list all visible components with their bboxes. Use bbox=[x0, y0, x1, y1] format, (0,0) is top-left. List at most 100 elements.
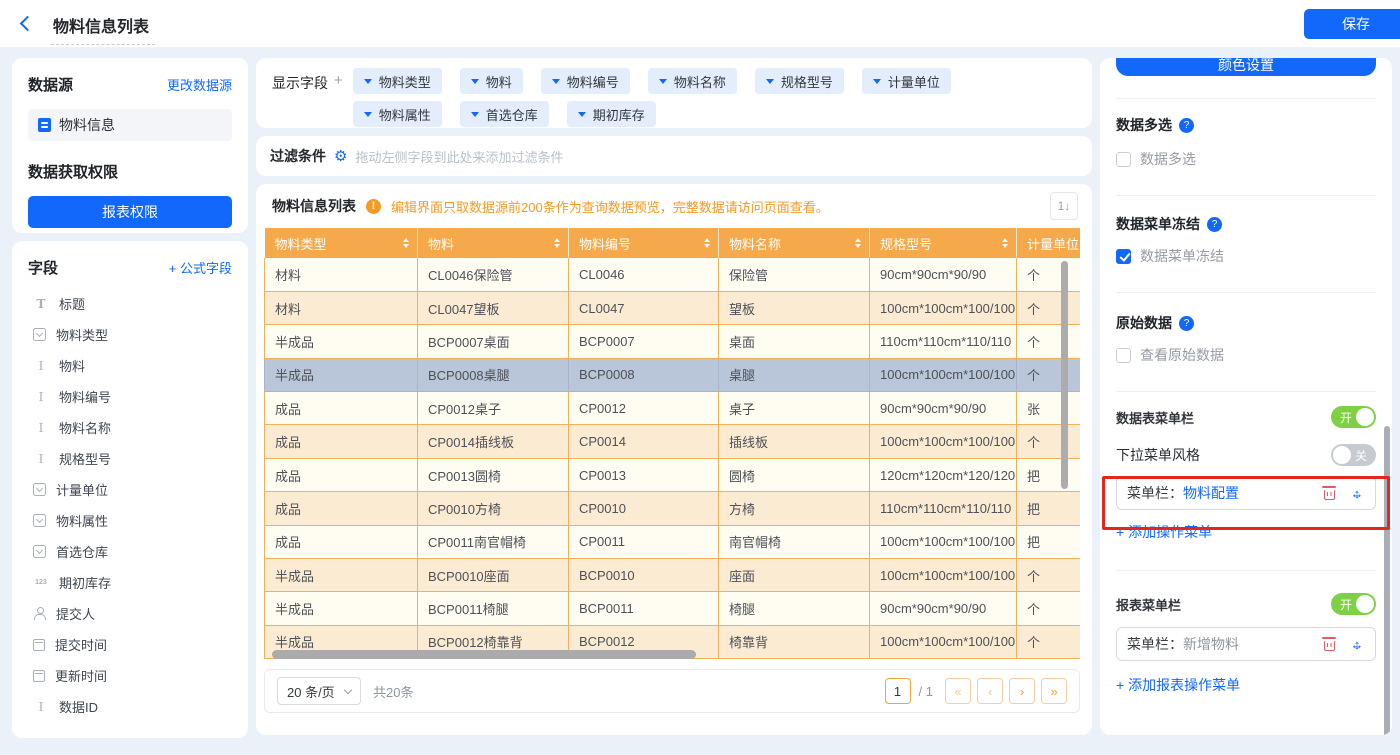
menu-freeze-checkbox[interactable]: 数据菜单冻结 bbox=[1116, 246, 1376, 266]
checkbox-icon[interactable] bbox=[1116, 152, 1131, 167]
column-header[interactable]: 规格型号 bbox=[870, 228, 1017, 258]
move-icon[interactable]: ↔↕ bbox=[1349, 636, 1365, 652]
back-icon[interactable] bbox=[20, 16, 36, 32]
field-item[interactable]: 提交人 bbox=[28, 598, 232, 629]
column-header[interactable]: 物料编号 bbox=[569, 228, 719, 258]
help-icon[interactable]: ? bbox=[1179, 118, 1194, 133]
last-page-button[interactable]: » bbox=[1041, 678, 1067, 704]
field-item[interactable]: T标题 bbox=[28, 288, 232, 319]
field-item[interactable]: I物料编号 bbox=[28, 381, 232, 412]
horizontal-scrollbar[interactable] bbox=[272, 650, 696, 659]
number-icon: 123 bbox=[33, 579, 49, 586]
report-menu-toggle[interactable]: 开 bbox=[1331, 593, 1376, 615]
datasource-item[interactable]: 物料信息 bbox=[28, 109, 232, 141]
add-action-menu-link[interactable]: + 添加操作菜单 bbox=[1116, 522, 1212, 542]
sort-arrows-icon[interactable] bbox=[704, 238, 710, 248]
field-label: 期初库存 bbox=[59, 573, 111, 592]
table-cell: 把 bbox=[1017, 525, 1081, 558]
field-item[interactable]: I规格型号 bbox=[28, 443, 232, 474]
display-field-chip[interactable]: 物料编号 bbox=[541, 68, 630, 94]
field-item[interactable]: 计量单位 bbox=[28, 474, 232, 505]
page-total: / 1 bbox=[919, 684, 933, 699]
display-field-chip[interactable]: 物料名称 bbox=[648, 68, 737, 94]
table-row[interactable]: 半成品BCP0008桌腿BCP0008桌腿100cm*100cm*100/100… bbox=[265, 358, 1081, 391]
table-cell: 90cm*90cm*90/90 bbox=[870, 258, 1017, 291]
table-cell: 半成品 bbox=[265, 325, 418, 358]
add-display-field-button[interactable]: + bbox=[334, 72, 343, 89]
table-row[interactable]: 成品CP0011南官帽椅CP0011南官帽椅100cm*100cm*100/10… bbox=[265, 525, 1081, 558]
change-datasource-link[interactable]: 更改数据源 bbox=[167, 75, 232, 94]
add-report-action-menu-link[interactable]: + 添加报表操作菜单 bbox=[1116, 675, 1240, 695]
gear-icon[interactable]: ⚙ bbox=[334, 149, 347, 164]
field-item[interactable]: 更新时间 bbox=[28, 660, 232, 691]
raw-data-checkbox[interactable]: 查看原始数据 bbox=[1116, 345, 1376, 365]
field-label: 物料 bbox=[59, 356, 85, 375]
field-item[interactable]: I物料名称 bbox=[28, 412, 232, 443]
first-page-button[interactable]: « bbox=[945, 678, 971, 704]
table-row[interactable]: 成品CP0014插线板CP0014插线板100cm*100cm*100/100个 bbox=[265, 425, 1081, 458]
table-row[interactable]: 成品CP0013圆椅CP0013圆椅120cm*120cm*120/120把 bbox=[265, 458, 1081, 491]
column-header[interactable]: 物料类型 bbox=[265, 228, 418, 258]
vertical-scrollbar[interactable] bbox=[1061, 261, 1068, 489]
display-field-chip[interactable]: 计量单位 bbox=[862, 68, 951, 94]
sort-order-icon[interactable]: 1↓ bbox=[1050, 192, 1078, 220]
next-page-button[interactable]: › bbox=[1009, 678, 1035, 704]
field-item[interactable]: I物料 bbox=[28, 350, 232, 381]
table-row[interactable]: 半成品BCP0011椅腿BCP0011椅腿90cm*90cm*90/90个 bbox=[265, 592, 1081, 625]
table-cell: 个 bbox=[1017, 325, 1081, 358]
display-field-chip[interactable]: 期初库存 bbox=[567, 101, 656, 127]
delete-icon[interactable] bbox=[1324, 490, 1335, 500]
menu-item-material-config[interactable]: 菜单栏： 物料配置 ↔↕ bbox=[1116, 476, 1376, 510]
page-size-select[interactable]: 20 条/页 bbox=[277, 677, 361, 705]
table-row[interactable]: 半成品BCP0010座面BCP0010座面100cm*100cm*100/100… bbox=[265, 559, 1081, 592]
sort-arrows-icon[interactable] bbox=[1002, 238, 1008, 248]
field-item[interactable]: 首选仓库 bbox=[28, 536, 232, 567]
checkbox-checked-icon[interactable] bbox=[1116, 249, 1131, 264]
table-row[interactable]: 材料CL0046保险管CL0046保险管90cm*90cm*90/90个 bbox=[265, 258, 1081, 291]
column-header[interactable]: 物料 bbox=[418, 228, 569, 258]
permission-heading: 数据获取权限 bbox=[28, 161, 232, 182]
sort-arrows-icon[interactable] bbox=[554, 238, 560, 248]
page-number-input[interactable]: 1 bbox=[885, 678, 911, 704]
table-row[interactable]: 成品CP0012桌子CP0012桌子90cm*90cm*90/90张 bbox=[265, 392, 1081, 425]
save-button[interactable]: 保存 bbox=[1304, 9, 1400, 39]
sort-arrows-icon[interactable] bbox=[403, 238, 409, 248]
field-item[interactable]: 提交时间 bbox=[28, 629, 232, 660]
display-field-chip[interactable]: 首选仓库 bbox=[460, 101, 549, 127]
move-icon[interactable]: ↔↕ bbox=[1349, 485, 1365, 501]
field-item[interactable]: 123 期初库存 bbox=[28, 567, 232, 598]
chevron-down-icon bbox=[344, 685, 352, 693]
field-item[interactable]: 物料属性 bbox=[28, 505, 232, 536]
help-icon[interactable]: ? bbox=[1179, 316, 1194, 331]
panel-scrollbar[interactable] bbox=[1384, 426, 1390, 735]
delete-icon[interactable] bbox=[1324, 641, 1335, 651]
display-field-chip[interactable]: 物料 bbox=[460, 68, 523, 94]
filter-bar[interactable]: 过滤条件 ⚙ 拖动左侧字段到此处来添加过滤条件 bbox=[256, 136, 1092, 176]
report-permission-button[interactable]: 报表权限 bbox=[28, 196, 232, 228]
field-item[interactable]: 物料类型 bbox=[28, 319, 232, 350]
table-cell: BCP0008 bbox=[569, 358, 719, 391]
text-icon: I bbox=[33, 700, 49, 714]
sort-arrows-icon[interactable] bbox=[855, 238, 861, 248]
prev-page-button[interactable]: ‹ bbox=[977, 678, 1003, 704]
column-header[interactable]: 物料名称 bbox=[719, 228, 870, 258]
checkbox-icon[interactable] bbox=[1116, 348, 1131, 363]
table-row[interactable]: 成品CP0010方椅CP0010方椅110cm*110cm*110/110把 bbox=[265, 492, 1081, 525]
multi-select-checkbox[interactable]: 数据多选 bbox=[1116, 149, 1376, 169]
column-header[interactable]: 计量单位 bbox=[1017, 228, 1081, 258]
field-label: 数据ID bbox=[59, 697, 98, 716]
formula-field-link[interactable]: + 公式字段 bbox=[169, 258, 232, 277]
table-row[interactable]: 材料CL0047望板CL0047望板100cm*100cm*100/100个 bbox=[265, 291, 1081, 324]
display-field-chip[interactable]: 规格型号 bbox=[755, 68, 844, 94]
table-menu-toggle[interactable]: 开 bbox=[1331, 406, 1376, 428]
field-item[interactable]: I 数据ID bbox=[28, 691, 232, 722]
display-field-chip[interactable]: 物料属性 bbox=[353, 101, 442, 127]
display-field-chip[interactable]: 物料类型 bbox=[353, 68, 442, 94]
menu-item-new-material[interactable]: 菜单栏： 新增物料 ↔↕ bbox=[1116, 627, 1376, 661]
title-icon: T bbox=[33, 297, 49, 311]
color-settings-button[interactable]: 颜色设置 bbox=[1116, 58, 1376, 76]
dropdown-style-toggle[interactable]: 关 bbox=[1331, 444, 1376, 466]
table-row[interactable]: 半成品BCP0007桌面BCP0007桌面110cm*110cm*110/110… bbox=[265, 325, 1081, 358]
help-icon[interactable]: ? bbox=[1207, 217, 1222, 232]
divider bbox=[1116, 292, 1376, 293]
